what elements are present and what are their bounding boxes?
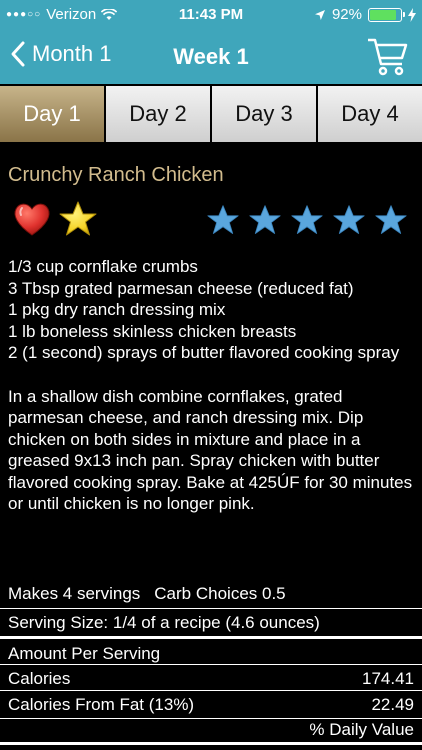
battery-percent: 92%: [331, 6, 362, 23]
star-favorite-icon[interactable]: [58, 200, 98, 238]
recipe-body: 1/3 cup cornflake crumbs 3 Tbsp grated p…: [8, 256, 414, 515]
carb-choices: Carb Choices 0.5: [154, 584, 286, 603]
rating-star-icon[interactable]: [374, 204, 408, 236]
amount-header: Amount Per Serving: [8, 644, 161, 663]
divider-thick: [0, 742, 422, 745]
cart-icon: [368, 38, 408, 76]
rating-star-icon[interactable]: [332, 204, 366, 236]
ingredient-line: 1/3 cup cornflake crumbs: [8, 257, 198, 276]
tab-day-2[interactable]: Day 2: [106, 86, 210, 142]
heart-icon[interactable]: [12, 200, 52, 238]
charging-bolt-icon: [408, 7, 416, 22]
servings-info: Makes 4 servings Carb Choices 0.5: [8, 584, 286, 604]
battery-fill: [370, 9, 396, 20]
battery-icon: [368, 7, 405, 22]
status-right: 92%: [314, 6, 416, 23]
calories-row: Calories 174.41: [0, 664, 422, 689]
ingredient-line: 3 Tbsp grated parmesan cheese (reduced f…: [8, 278, 354, 298]
ingredient-line: 2 (1 second) sprays of butter flavored c…: [8, 343, 400, 362]
daily-value-label: % Daily Value: [309, 720, 414, 739]
rating-star-icon[interactable]: [290, 204, 324, 236]
tab-day-1[interactable]: Day 1: [0, 86, 104, 142]
nav-bar: Month 1 Week 1: [0, 30, 422, 84]
serving-size: Serving Size: 1/4 of a recipe (4.6 ounce…: [8, 613, 320, 632]
tab-day-3[interactable]: Day 3: [212, 86, 316, 142]
fat-calories-label: Calories From Fat (13%): [8, 695, 195, 714]
recipe-actions: [12, 200, 98, 238]
instructions: In a shallow dish combine cornflakes, gr…: [8, 386, 413, 514]
calories-label: Calories: [8, 669, 71, 688]
divider: [0, 718, 422, 719]
day-tabs: Day 1 Day 2 Day 3 Day 4: [0, 86, 422, 142]
tab-day-4[interactable]: Day 4: [318, 86, 422, 142]
status-bar: ●●●○○ Verizon 11:43 PM 92%: [0, 0, 422, 30]
fat-calories-value: 22.49: [371, 695, 414, 714]
recipe-title: Crunchy Ranch Chicken: [8, 164, 224, 186]
location-arrow-icon: [314, 9, 325, 20]
calories-value: 174.41: [362, 669, 414, 688]
page-title: Week 1: [173, 44, 249, 69]
rating-stars: [206, 204, 408, 236]
ingredient-line: 1 lb boneless skinless chicken breasts: [8, 321, 297, 341]
serving-size-row: Serving Size: 1/4 of a recipe (4.6 ounce…: [0, 608, 422, 633]
rating-star-icon[interactable]: [206, 204, 240, 236]
makes-servings: Makes 4 servings: [8, 584, 141, 603]
rating-star-icon[interactable]: [248, 204, 282, 236]
fat-calories-row: Calories From Fat (13%) 22.49: [0, 690, 422, 715]
ingredient-line: 1 pkg dry ranch dressing mix: [8, 300, 226, 319]
cart-button[interactable]: [366, 36, 410, 83]
amount-header-row: Amount Per Serving: [0, 636, 422, 664]
